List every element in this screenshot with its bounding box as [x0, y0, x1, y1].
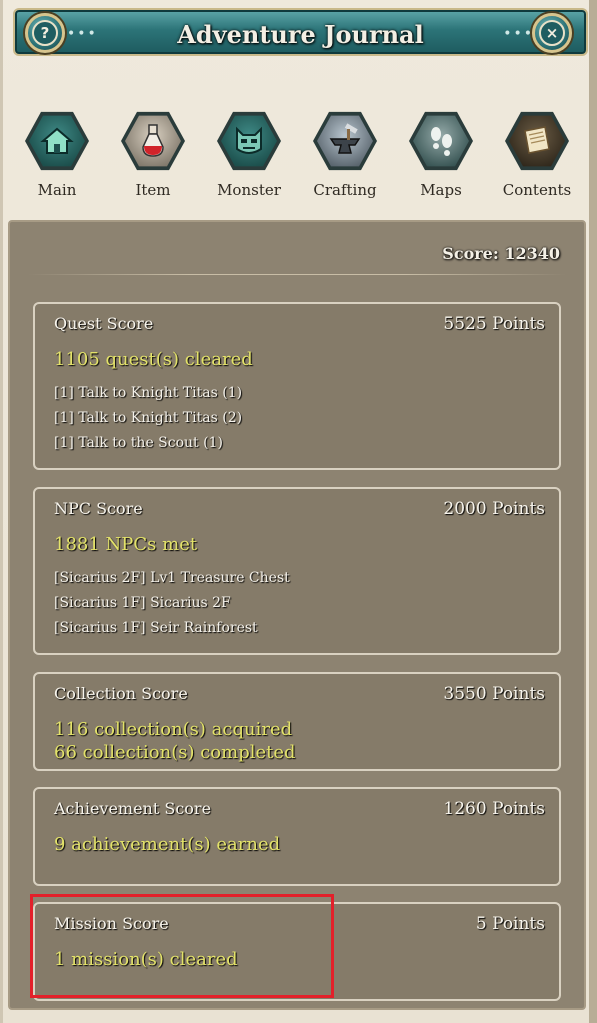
total-score: Score: 12340 — [442, 244, 560, 263]
card-points: 5525 Points — [443, 314, 545, 334]
title-bar[interactable]: ? ••• Adventure Journal ••• × — [13, 8, 588, 56]
divider — [28, 274, 566, 275]
card-title: Achievement Score — [54, 799, 212, 818]
recent-list: [1] Talk to Knight Titas (1) [1] Talk to… — [54, 381, 242, 456]
nav-label-main: Main — [37, 181, 77, 199]
card-summary: 1881 NPCs met — [54, 534, 198, 555]
nav-label-item: Item — [135, 181, 171, 199]
journal-nav: Main Item Monster Crafting Maps Contents — [9, 108, 585, 208]
card-points: 1260 Points — [443, 799, 545, 819]
npc-score-card[interactable]: NPC Score 2000 Points 1881 NPCs met [Sic… — [33, 487, 561, 655]
quest-score-card[interactable]: Quest Score 5525 Points 1105 quest(s) cl… — [33, 302, 561, 470]
nav-main[interactable]: Main — [9, 108, 105, 208]
nav-monster[interactable]: Monster — [201, 108, 297, 208]
card-summary: 116 collection(s) acquired — [54, 719, 293, 740]
collection-score-card[interactable]: Collection Score 3550 Points 116 collect… — [33, 672, 561, 771]
list-item: [Sicarius 2F] Lv1 Treasure Chest — [54, 570, 290, 586]
card-title: Quest Score — [54, 314, 154, 333]
recent-list: [Sicarius 2F] Lv1 Treasure Chest [Sicari… — [54, 566, 290, 641]
nav-label-contents: Contents — [502, 181, 572, 199]
list-item: [1] Talk to the Scout (1) — [54, 435, 223, 451]
close-button[interactable]: × — [532, 13, 572, 53]
card-points: 5 Points — [475, 914, 545, 934]
card-title: NPC Score — [54, 499, 143, 518]
nav-label-monster: Monster — [217, 181, 281, 199]
list-item: [Sicarius 1F] Sicarius 2F — [54, 595, 231, 611]
list-item: [1] Talk to Knight Titas (2) — [54, 410, 243, 426]
adventure-journal-window: ? ••• Adventure Journal ••• × Main Item — [0, 0, 597, 1023]
list-item: [Sicarius 1F] Seir Rainforest — [54, 620, 258, 636]
close-icon: × — [539, 20, 565, 46]
title-ornament-right: ••• — [503, 26, 534, 42]
nav-label-crafting: Crafting — [313, 181, 377, 199]
score-panel: Score: 12340 Quest Score 5525 Points 110… — [8, 220, 586, 1010]
card-title: Collection Score — [54, 684, 188, 703]
highlight-box — [30, 894, 334, 998]
nav-label-maps: Maps — [420, 181, 462, 199]
card-summary: 9 achievement(s) earned — [54, 834, 281, 855]
card-points: 3550 Points — [443, 684, 545, 704]
nav-crafting[interactable]: Crafting — [297, 108, 393, 208]
card-summary: 66 collection(s) completed — [54, 742, 296, 763]
list-item: [1] Talk to Knight Titas (1) — [54, 385, 243, 401]
nav-maps[interactable]: Maps — [393, 108, 489, 208]
nav-item[interactable]: Item — [105, 108, 201, 208]
card-points: 2000 Points — [443, 499, 545, 519]
nav-contents[interactable]: Contents — [489, 108, 585, 208]
achievement-score-card[interactable]: Achievement Score 1260 Points 9 achievem… — [33, 787, 561, 886]
window-title: Adventure Journal — [177, 20, 424, 49]
card-summary: 1105 quest(s) cleared — [54, 349, 253, 370]
